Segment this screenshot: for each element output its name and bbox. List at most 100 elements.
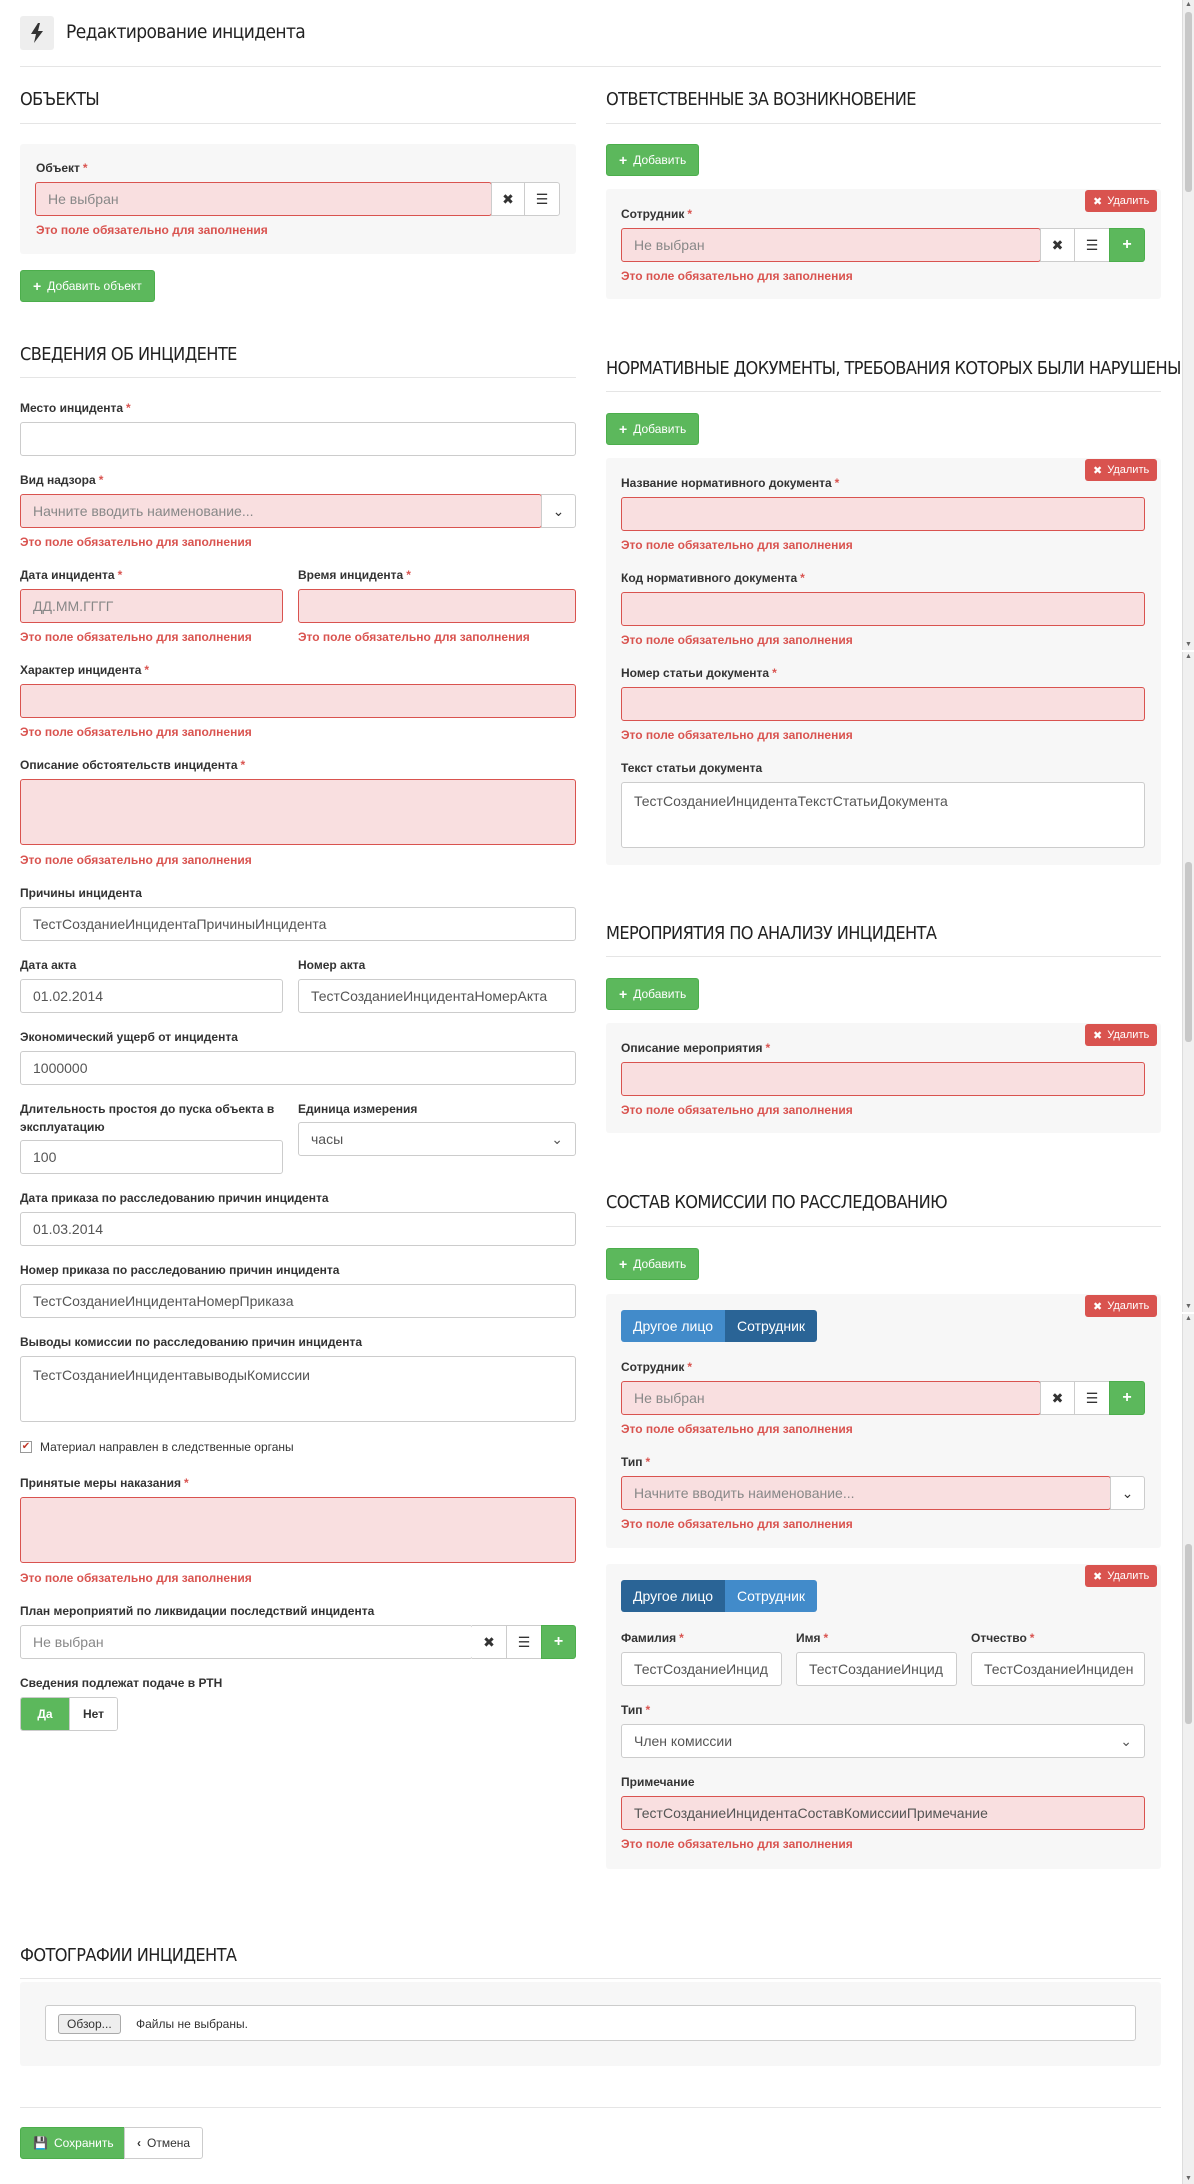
normative-article-input[interactable] bbox=[621, 687, 1145, 721]
object-clear-button[interactable]: ✖ bbox=[491, 182, 525, 216]
place-input[interactable] bbox=[20, 422, 576, 456]
order-number-input[interactable]: ТестСозданиеИнцидентаНомерПриказа bbox=[20, 1284, 576, 1318]
commission-1-type-input[interactable]: Начните вводить наименование... bbox=[621, 1476, 1111, 1510]
description-label: Описание обстоятельств инцидента * bbox=[20, 758, 246, 772]
normative-code-error: Это поле обязательно для заполнения bbox=[621, 633, 853, 647]
chevron-down-icon: ⌄ bbox=[1120, 1733, 1132, 1749]
responsible-add-employee-button[interactable]: + bbox=[1109, 228, 1145, 262]
plus-icon: + bbox=[619, 1256, 628, 1272]
causes-label: Причины инцидента bbox=[20, 886, 142, 900]
plan-input[interactable]: Не выбран bbox=[20, 1625, 473, 1659]
commission-1-clear-button[interactable]: ✖ bbox=[1040, 1381, 1075, 1415]
first-name-input[interactable]: ТестСозданиеИнцид bbox=[796, 1652, 957, 1686]
plus-icon: + bbox=[619, 152, 628, 168]
object-input[interactable]: Не выбран bbox=[35, 182, 492, 216]
other-person-tab[interactable]: Другое лицо bbox=[621, 1580, 726, 1612]
rtn-toggle[interactable]: Да Нет bbox=[20, 1697, 118, 1731]
plan-clear-button[interactable]: ✖ bbox=[472, 1625, 507, 1659]
responsible-employee-input[interactable]: Не выбран bbox=[621, 228, 1041, 262]
analysis-delete-button[interactable]: ✖ Удалить bbox=[1085, 1024, 1158, 1046]
bolt-icon bbox=[31, 23, 43, 43]
chevron-down-icon: ⌄ bbox=[551, 1131, 563, 1147]
analysis-add-button[interactable]: + Добавить bbox=[606, 978, 700, 1010]
order-date-input[interactable]: 01.03.2014 bbox=[20, 1212, 576, 1246]
surname-label: Фамилия * bbox=[621, 1631, 684, 1645]
commission-1-type-error: Это поле обязательно для заполнения bbox=[621, 1517, 853, 1531]
commission-1-list-button[interactable]: ☰ bbox=[1074, 1381, 1110, 1415]
analysis-desc-input[interactable] bbox=[621, 1062, 1145, 1096]
date-input[interactable]: ДД.ММ.ГГГГ bbox=[20, 589, 283, 623]
downtime-input[interactable]: 100 bbox=[20, 1140, 283, 1174]
object-list-button[interactable]: ☰ bbox=[524, 182, 560, 216]
responsible-list-button[interactable]: ☰ bbox=[1074, 228, 1110, 262]
close-icon: ✖ bbox=[1051, 236, 1064, 253]
normative-name-input[interactable] bbox=[621, 497, 1145, 531]
material-sent-checkbox[interactable]: ✔ bbox=[20, 1441, 32, 1453]
commission-2-type-select[interactable]: Член комиссии ⌄ bbox=[621, 1724, 1145, 1758]
plan-add-button[interactable]: + bbox=[541, 1625, 576, 1659]
close-icon: ✖ bbox=[502, 190, 514, 207]
commission-1-type-toggle[interactable]: Другое лицо Сотрудник bbox=[621, 1310, 818, 1342]
cancel-button[interactable]: ‹ Отмена bbox=[124, 2127, 204, 2159]
supervision-input[interactable]: Начните вводить наименование... bbox=[20, 494, 542, 528]
employee-tab[interactable]: Сотрудник bbox=[725, 1310, 818, 1342]
act-date-input[interactable]: 01.02.2014 bbox=[20, 979, 283, 1013]
other-person-tab[interactable]: Другое лицо bbox=[621, 1310, 726, 1342]
time-input[interactable] bbox=[298, 589, 576, 623]
scrollbar-1[interactable]: ▲ ▼ bbox=[1182, 0, 1194, 650]
rtn-yes-button[interactable]: Да bbox=[21, 1698, 69, 1730]
commission-add-button[interactable]: + Добавить bbox=[606, 1248, 700, 1280]
close-icon: ✖ bbox=[483, 1633, 495, 1650]
description-textarea[interactable] bbox=[20, 779, 576, 845]
info-title: СВЕДЕНИЯ ОБ ИНЦИДЕНТЕ bbox=[20, 344, 237, 365]
responsible-delete-button[interactable]: ✖ Удалить bbox=[1085, 190, 1158, 212]
patronymic-input[interactable]: ТестСозданиеИнциден bbox=[971, 1652, 1145, 1686]
scrollbar-2[interactable]: ▲ ▼ bbox=[1182, 652, 1194, 1312]
patronymic-label: Отчество * bbox=[971, 1631, 1035, 1645]
browse-button[interactable]: Обзор... bbox=[58, 2014, 121, 2034]
note-label: Примечание bbox=[621, 1775, 695, 1789]
act-number-input[interactable]: ТестСозданиеИнцидентаНомерАкта bbox=[298, 979, 576, 1013]
responsible-clear-button[interactable]: ✖ bbox=[1040, 228, 1075, 262]
normative-add-button[interactable]: + Добавить bbox=[606, 413, 700, 445]
measures-label: Принятые меры наказания * bbox=[20, 1476, 189, 1490]
plan-list-button[interactable]: ☰ bbox=[506, 1625, 542, 1659]
normative-text-textarea[interactable]: ТестСозданиеИнцидентаТекстСтатьиДокумент… bbox=[621, 782, 1145, 848]
date-label: Дата инцидента * bbox=[20, 568, 123, 582]
commission-1-employee-input[interactable]: Не выбран bbox=[621, 1381, 1041, 1415]
save-button[interactable]: 💾 Сохранить bbox=[20, 2127, 127, 2159]
unit-select[interactable]: часы ⌄ bbox=[298, 1122, 576, 1156]
photos-file-input[interactable]: Обзор... Файлы не выбраны. bbox=[45, 2005, 1136, 2041]
responsible-add-button[interactable]: + Добавить bbox=[606, 144, 700, 176]
employee-tab[interactable]: Сотрудник bbox=[725, 1580, 818, 1612]
conclusions-textarea[interactable]: ТестСозданиеИнцидентавыводыКомиссии bbox=[20, 1356, 576, 1422]
damage-input[interactable]: 1000000 bbox=[20, 1051, 576, 1085]
no-files-text: Файлы не выбраны. bbox=[136, 2017, 248, 2031]
list-icon: ☰ bbox=[1085, 1389, 1099, 1406]
list-icon: ☰ bbox=[517, 1633, 531, 1650]
responsible-employee-label: Сотрудник * bbox=[621, 207, 693, 221]
objects-title: ОБЪЕКТЫ bbox=[20, 89, 100, 110]
note-input[interactable]: ТестСозданиеИнцидентаСоставКомиссииПриме… bbox=[621, 1796, 1145, 1830]
responsible-title: ОТВЕТСТВЕННЫЕ ЗА ВОЗНИКНОВЕНИЕ bbox=[606, 89, 916, 110]
add-object-button[interactable]: + Добавить объект bbox=[20, 270, 155, 302]
commission-1-delete-button[interactable]: ✖ Удалить bbox=[1085, 1295, 1158, 1317]
normative-name-error: Это поле обязательно для заполнения bbox=[621, 538, 853, 552]
rtn-no-button[interactable]: Нет bbox=[69, 1698, 117, 1730]
normative-delete-button[interactable]: ✖ Удалить bbox=[1085, 459, 1158, 481]
commission-2-delete-button[interactable]: ✖ Удалить bbox=[1085, 1565, 1158, 1587]
commission-1-add-employee-button[interactable]: + bbox=[1109, 1381, 1145, 1415]
character-label: Характер инцидента * bbox=[20, 663, 150, 677]
commission-2-type-label: Тип * bbox=[621, 1703, 651, 1717]
act-number-label: Номер акта bbox=[298, 958, 366, 972]
scrollbar-3[interactable]: ▲ ▼ bbox=[1182, 1314, 1194, 2184]
normative-code-input[interactable] bbox=[621, 592, 1145, 626]
commission-2-type-toggle[interactable]: Другое лицо Сотрудник bbox=[621, 1580, 818, 1612]
supervision-dropdown-button[interactable]: ⌄ bbox=[541, 494, 576, 528]
causes-input[interactable]: ТестСозданиеИнцидентаПричиныИнцидента bbox=[20, 907, 576, 941]
commission-1-type-dropdown[interactable]: ⌄ bbox=[1110, 1476, 1145, 1510]
surname-input[interactable]: ТестСозданиеИнцид bbox=[621, 1652, 782, 1686]
character-input[interactable] bbox=[20, 684, 576, 718]
supervision-label: Вид надзора * bbox=[20, 473, 104, 487]
measures-textarea[interactable] bbox=[20, 1497, 576, 1563]
